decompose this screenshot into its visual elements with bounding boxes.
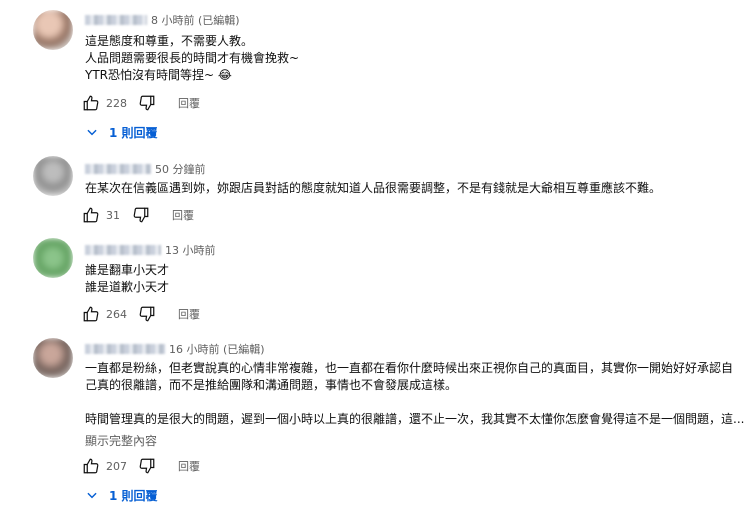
- comment-header: 16 小時前 (已編輯): [85, 341, 265, 357]
- comment-thread: 8 小時前 (已編輯) 這是態度和尊重，不需要人教。 人品問題需要很長的時間才有…: [0, 0, 750, 150]
- avatar[interactable]: [33, 156, 73, 196]
- comment-actions: 228 回覆: [82, 93, 200, 113]
- chevron-down-icon: [85, 488, 99, 502]
- author-name-redacted[interactable]: [85, 344, 165, 354]
- comment-timestamp[interactable]: 8 小時前 (已編輯): [151, 12, 240, 28]
- comment-body: 這是態度和尊重，不需要人教。 人品問題需要很長的時間才有機會挽救~ YTR恐怕沒…: [85, 33, 299, 84]
- avatar[interactable]: [33, 10, 73, 50]
- thumbs-down-icon[interactable]: [138, 94, 156, 112]
- comment-line: 誰是翻車小天才: [85, 263, 170, 277]
- author-name-redacted[interactable]: [85, 15, 147, 25]
- comment-timestamp[interactable]: 16 小時前 (已編輯): [169, 341, 265, 357]
- reply-button[interactable]: 回覆: [178, 458, 200, 474]
- comment-line: 誰是道歉小天才: [85, 280, 170, 294]
- comment-thread: 16 小時前 (已編輯) 一直都是粉絲，但老實說真的心情非常複雜，也一直都在看你…: [0, 334, 750, 521]
- author-name-redacted[interactable]: [85, 164, 151, 174]
- thumbs-up-icon[interactable]: [82, 305, 100, 323]
- comment-thread: 50 分鐘前 在某次在信義區遇到妳，妳跟店員對話的態度就知道人品很需要調整，不是…: [0, 150, 750, 230]
- comment-actions: 31 回覆: [82, 205, 194, 225]
- view-replies-button[interactable]: 1 則回覆: [85, 485, 158, 505]
- like-count: 31: [106, 208, 120, 222]
- chevron-down-icon: [85, 125, 99, 139]
- comment-body: 一直都是粉絲，但老實說真的心情非常複雜，也一直都在看你什麼時候出來正視你自己的真…: [85, 360, 744, 428]
- comment-line: 時間管理真的是很大的問題，遲到一個小時以上真的很離譜，還不止一次，我其實不太懂你…: [85, 412, 745, 426]
- reply-button[interactable]: 回覆: [178, 95, 200, 111]
- comment-header: 13 小時前: [85, 242, 216, 258]
- like-count: 207: [106, 459, 127, 473]
- comment-body: 在某次在信義區遇到妳，妳跟店員對話的態度就知道人品很需要調整，不是有錢就是大爺相…: [85, 180, 661, 197]
- like-count: 228: [106, 96, 127, 110]
- thumbs-up-icon[interactable]: [82, 457, 100, 475]
- avatar[interactable]: [33, 338, 73, 378]
- like-count: 264: [106, 307, 127, 321]
- reply-button[interactable]: 回覆: [178, 306, 200, 322]
- comment-line: YTR恐怕沒有時間等捏~ 😂: [85, 68, 232, 82]
- thumbs-down-icon[interactable]: [132, 206, 150, 224]
- comment-actions: 207 回覆: [82, 456, 200, 476]
- comment-thread: 13 小時前 誰是翻車小天才 誰是道歉小天才 264 回覆: [0, 232, 750, 332]
- reply-button[interactable]: 回覆: [172, 207, 194, 223]
- thumbs-down-icon[interactable]: [138, 305, 156, 323]
- avatar[interactable]: [33, 238, 73, 278]
- comment-timestamp[interactable]: 13 小時前: [165, 242, 216, 258]
- thumbs-down-icon[interactable]: [138, 457, 156, 475]
- comment-line: [85, 394, 744, 411]
- comment-body: 誰是翻車小天才 誰是道歉小天才: [85, 262, 169, 296]
- comment-header: 8 小時前 (已編輯): [85, 12, 240, 28]
- comment-line: 人品問題需要很長的時間才有機會挽救~: [85, 51, 300, 65]
- comment-header: 50 分鐘前: [85, 161, 206, 177]
- thumbs-up-icon[interactable]: [82, 94, 100, 112]
- thumbs-up-icon[interactable]: [82, 206, 100, 224]
- comment-line: 己真的很離譜，而不是推給團隊和溝通問題，事情也不會發展成這樣。: [85, 378, 458, 392]
- author-name-redacted[interactable]: [85, 245, 161, 255]
- comment-line: 在某次在信義區遇到妳，妳跟店員對話的態度就知道人品很需要調整，不是有錢就是大爺相…: [85, 181, 662, 195]
- replies-count-label: 1 則回覆: [109, 125, 158, 140]
- view-replies-button[interactable]: 1 則回覆: [85, 122, 158, 142]
- comment-actions: 264 回覆: [82, 304, 200, 324]
- comment-timestamp[interactable]: 50 分鐘前: [155, 161, 206, 177]
- comment-line: 一直都是粉絲，但老實說真的心情非常複雜，也一直都在看你什麼時候出來正視你自己的真…: [85, 361, 734, 375]
- replies-count-label: 1 則回覆: [109, 488, 158, 503]
- comment-line: 這是態度和尊重，不需要人教。: [85, 34, 254, 48]
- show-more-link[interactable]: 顯示完整內容: [85, 432, 157, 449]
